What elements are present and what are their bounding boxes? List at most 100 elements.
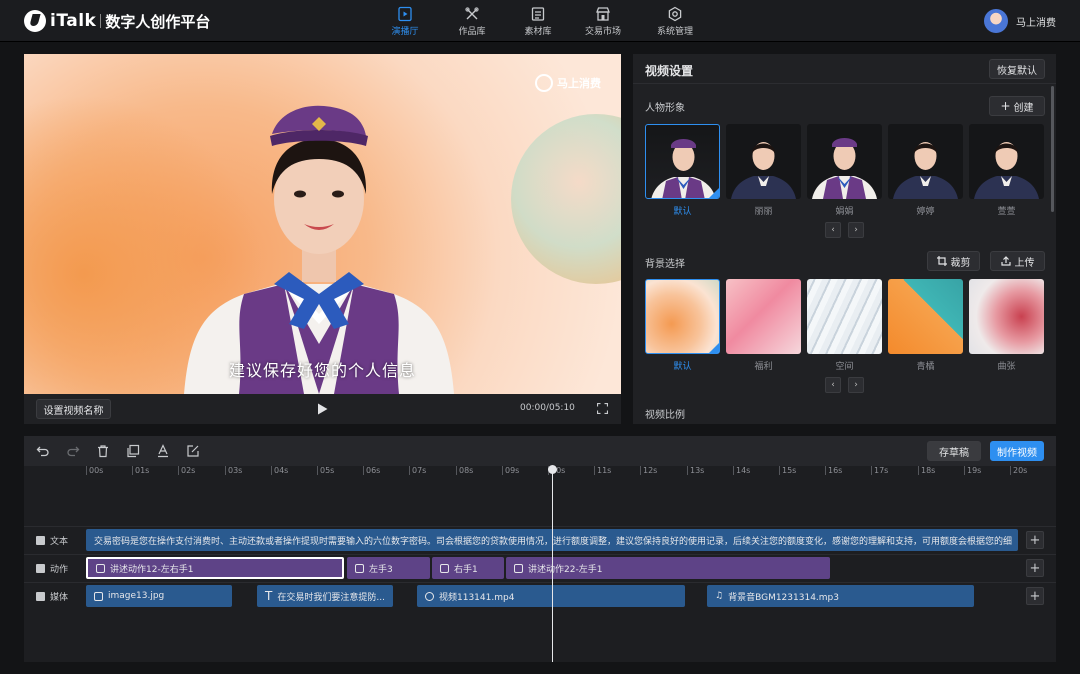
avatar <box>984 9 1008 33</box>
action-track-label: 动作 <box>36 562 68 575</box>
redo-icon[interactable] <box>66 444 80 458</box>
set-video-name-button[interactable]: 设置视频名称 <box>36 399 111 419</box>
action-track-name: 动作 <box>50 565 69 575</box>
ruler-tick: 06s <box>363 466 380 475</box>
add-text-button[interactable]: + <box>1026 531 1044 549</box>
avatar-thumb-lili[interactable] <box>726 124 801 199</box>
chevron-right-icon: › <box>854 380 858 390</box>
play-icon[interactable] <box>317 403 328 415</box>
action-clip[interactable]: 右手1 <box>432 557 504 579</box>
media-clip-label: image13.jpg <box>108 591 165 601</box>
create-avatar-button[interactable]: + 创建 <box>989 96 1045 116</box>
avatar-section-title: 人物形象 <box>645 103 685 114</box>
action-clip-label: 左手3 <box>369 564 393 575</box>
text-style-icon[interactable] <box>156 444 170 458</box>
nav-materials[interactable]: 素材库 <box>508 6 568 38</box>
avatar-thumb-xuanxuan[interactable] <box>969 124 1044 199</box>
action-track: 动作 讲述动作12-左右手1 左手3 右手1 讲述动作22-左手1 + <box>24 554 1056 580</box>
text-track-label: 文本 <box>36 534 68 547</box>
avatar-figure <box>893 142 958 199</box>
logo-text: iTalk <box>50 11 97 31</box>
works-icon <box>465 7 479 20</box>
ruler-tick: 14s <box>733 466 750 475</box>
action-clip[interactable]: 讲述动作22-左手1 <box>506 557 830 579</box>
avatar-thumb-juanjuan[interactable] <box>807 124 882 199</box>
plus-icon: + <box>1029 532 1041 548</box>
action-clip-label: 讲述动作22-左手1 <box>528 564 603 575</box>
logo-divider <box>100 14 102 28</box>
settings-title: 视频设置 <box>645 64 694 78</box>
ruler-tick: 11s <box>594 466 611 475</box>
nav-studio-label: 演播厅 <box>391 27 419 37</box>
text-track-icon <box>36 536 45 545</box>
nav-market[interactable]: 交易市场 <box>573 6 633 38</box>
avatar-label: 萱萱 <box>997 207 1016 217</box>
digital-human-figure <box>184 105 454 394</box>
text-track: 文本 交易密码是您在操作支付消费时、主动还款或者操作提现时需要输入的六位数字密码… <box>24 526 1056 552</box>
settings-scrollbar[interactable] <box>1051 86 1054 212</box>
avatar-thumb-tingting[interactable] <box>888 124 963 199</box>
ruler-tick: 15s <box>779 466 796 475</box>
brand-text: 马上消费 <box>557 77 601 90</box>
media-track-name: 媒体 <box>50 593 69 603</box>
text-t-icon: T <box>265 589 273 603</box>
logo[interactable]: iTalk 数字人创作平台 <box>24 10 210 32</box>
ruler-tick: 03s <box>225 466 242 475</box>
copy-icon[interactable] <box>126 444 140 458</box>
background-thumb-default[interactable] <box>645 279 720 354</box>
reset-default-button[interactable]: 恢复默认 <box>989 59 1045 79</box>
ruler-tick: 12s <box>640 466 657 475</box>
nav-system[interactable]: 系统管理 <box>645 6 705 38</box>
background-label: 青橘 <box>916 362 935 372</box>
upload-button[interactable]: 上传 <box>990 251 1045 271</box>
media-clip-image[interactable]: image13.jpg <box>86 585 232 607</box>
make-video-button[interactable]: 制作视频 <box>990 441 1044 461</box>
background-label: 空间 <box>835 362 854 372</box>
ruler-tick: 07s <box>409 466 426 475</box>
ratio-section-title: 视频比例 <box>645 410 685 421</box>
nav-works[interactable]: 作品库 <box>442 6 502 38</box>
selected-check-icon <box>709 188 719 198</box>
ruler-tick: 19s <box>964 466 981 475</box>
background-thumb-space[interactable] <box>807 279 882 354</box>
hand-icon <box>355 563 364 573</box>
text-clip-content: 交易密码是您在操作支付消费时、主动还款或者操作提现时需要输入的六位数字密码。司会… <box>94 536 1013 547</box>
background-thumb-fuli[interactable] <box>726 279 801 354</box>
grid-icon <box>36 592 45 601</box>
avatar-next-button[interactable]: › <box>848 222 864 238</box>
ruler-tick: 04s <box>271 466 288 475</box>
media-clip-video[interactable]: 视频113141.mp4 <box>417 585 685 607</box>
playhead[interactable] <box>548 465 557 662</box>
nav-studio[interactable]: 演播厅 <box>375 6 435 38</box>
crop-button[interactable]: 裁剪 <box>927 251 980 271</box>
nav-materials-label: 素材库 <box>524 27 552 37</box>
media-clip-text[interactable]: T 在交易时我们要注意提防... <box>257 585 393 607</box>
media-clip-audio[interactable]: ♫ 背景音BGM1231314.mp3 <box>707 585 974 607</box>
undo-icon[interactable] <box>36 444 50 458</box>
ruler-tick: 20s <box>1010 466 1027 475</box>
avatar-prev-button[interactable]: ‹ <box>825 222 841 238</box>
edit-icon[interactable] <box>186 444 200 458</box>
ruler-tick: 02s <box>178 466 195 475</box>
action-clip-label: 讲述动作12-左右手1 <box>110 564 194 575</box>
avatar-thumb-default[interactable] <box>645 124 720 199</box>
plus-icon: + <box>1000 99 1011 113</box>
fullscreen-icon[interactable] <box>597 403 608 414</box>
add-media-button[interactable]: + <box>1026 587 1044 605</box>
add-action-button[interactable]: + <box>1026 559 1044 577</box>
background-thumb-quzhang[interactable] <box>969 279 1044 354</box>
background-prev-button[interactable]: ‹ <box>825 377 841 393</box>
background-thumb-qingju[interactable] <box>888 279 963 354</box>
action-clip[interactable]: 左手3 <box>347 557 430 579</box>
background-label: 默认 <box>673 362 692 372</box>
logo-subtitle: 数字人创作平台 <box>105 12 211 31</box>
ruler-tick: 16s <box>825 466 842 475</box>
background-next-button[interactable]: › <box>848 377 864 393</box>
time-ruler[interactable]: 00s 01s 02s 03s 04s 05s 06s 07s 08s 09s … <box>86 466 1056 478</box>
plus-icon: + <box>1029 588 1041 604</box>
user-menu[interactable]: 马上消费 <box>984 9 1056 33</box>
delete-icon[interactable] <box>96 444 110 458</box>
logo-icon <box>24 10 46 32</box>
save-draft-button[interactable]: 存草稿 <box>927 441 981 461</box>
action-clip[interactable]: 讲述动作12-左右手1 <box>86 557 344 579</box>
